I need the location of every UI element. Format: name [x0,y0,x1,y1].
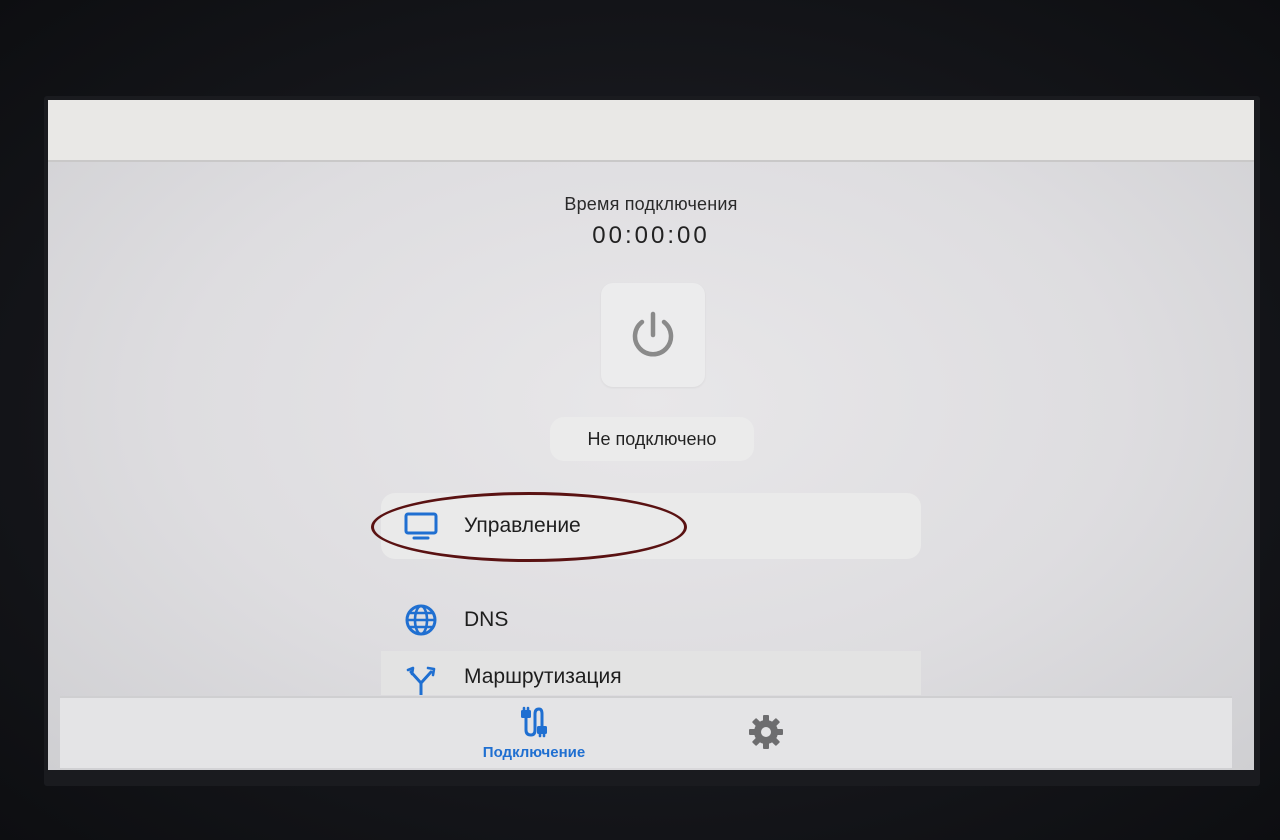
connection-time-value: 00:00:00 [592,222,710,249]
connection-time-label: Время подключения [564,194,738,214]
split-arrows-icon [402,661,440,695]
nav-tab-settings[interactable] [746,712,786,752]
bottom-navigation: Подключение [60,696,1232,768]
nav-tab-connection-label: Подключение [482,744,586,761]
top-bar [48,100,1254,162]
menu-item-control[interactable]: Управление [381,493,921,559]
menu-item-label: Управление [464,514,581,537]
power-icon [632,311,674,357]
globe-icon [402,601,440,639]
power-button[interactable] [601,283,705,387]
nav-tab-connection[interactable]: Подключение [472,704,596,766]
gear-icon [749,715,783,749]
menu-item-label: Маршрутизация [464,665,622,688]
tv-monitor-icon [402,507,440,545]
menu-item-routing[interactable]: Маршрутизация [381,651,921,695]
menu-item-dns[interactable]: DNS [381,587,921,653]
connection-status-badge: Не подключено [550,417,754,461]
cable-plug-icon [521,706,547,738]
menu-item-label: DNS [464,608,509,631]
tv-photo: Время подключения 00:00:00 Не подключено… [0,0,1280,840]
connection-status-text: Не подключено [587,428,717,449]
app-screen: Время подключения 00:00:00 Не подключено… [48,100,1254,770]
